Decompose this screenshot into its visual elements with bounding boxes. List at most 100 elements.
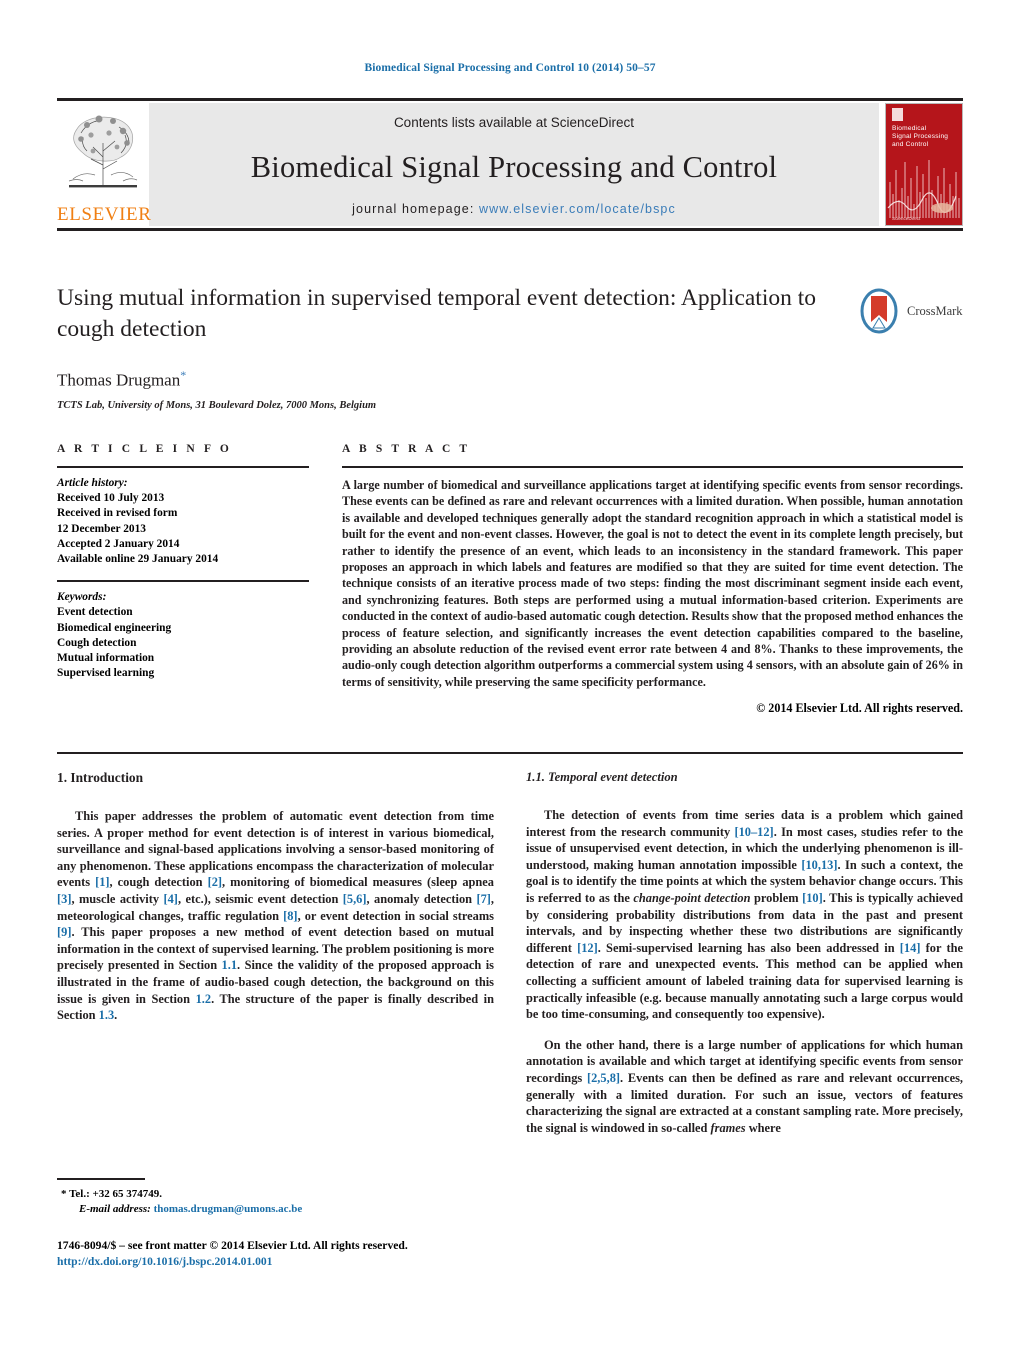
text-run: . Semi-supervised learning has also been…: [597, 940, 900, 955]
cover-publisher-mark: [892, 108, 903, 121]
elsevier-wordmark: ELSEVIER: [57, 204, 152, 225]
text-run: , muscle activity: [71, 891, 164, 906]
homepage-label: journal homepage:: [352, 202, 475, 216]
author-email-link[interactable]: thomas.drugman@umons.ac.be: [154, 1203, 303, 1215]
citation-ref[interactable]: [12]: [577, 941, 598, 955]
elsevier-logo: ELSEVIER: [57, 103, 152, 226]
page-footer: 1746-8094/$ – see front matter © 2014 El…: [57, 1238, 657, 1270]
masthead-center-band: Contents lists available at ScienceDirec…: [149, 103, 879, 226]
body-columns: 1. Introduction This paper addresses the…: [57, 770, 963, 1136]
crossmark-icon: [860, 288, 898, 334]
corresponding-author-marker: *: [180, 368, 187, 382]
masthead-top-rule: [57, 98, 963, 101]
section-ref[interactable]: 1.1: [222, 958, 238, 972]
abstract-rule: [342, 466, 963, 468]
emphasis-term: change-point detection: [633, 890, 751, 905]
citation-ref[interactable]: [2]: [208, 875, 222, 889]
info-abstract-region: A R T I C L E I N F O Article history: R…: [57, 443, 963, 716]
masthead-bottom-rule: [57, 228, 963, 231]
history-line: 12 December 2013: [57, 522, 146, 535]
keyword-item: Cough detection: [57, 636, 137, 649]
keyword-item: Biomedical engineering: [57, 621, 172, 634]
journal-title: Biomedical Signal Processing and Control: [250, 149, 778, 184]
author-name: Thomas Drugman*: [57, 368, 963, 391]
footnote-marker: *: [61, 1188, 67, 1200]
cover-waveform-graphic: [887, 160, 960, 218]
section-ref[interactable]: 1.2: [196, 992, 212, 1006]
elsevier-tree-icon: [68, 115, 138, 188]
front-matter-line: 1746-8094/$ – see front matter © 2014 El…: [57, 1239, 408, 1252]
journal-homepage-line: journal homepage: www.elsevier.com/locat…: [352, 202, 676, 216]
citation-ref[interactable]: [2,5,8]: [587, 1071, 620, 1085]
text-run: , or event detection in social streams: [297, 908, 494, 923]
page-title: Using mutual information in supervised t…: [57, 285, 817, 342]
text-run: .: [114, 1008, 118, 1023]
article-info-rule: [57, 466, 309, 468]
running-head: Biomedical Signal Processing and Control…: [364, 62, 656, 74]
crossmark-label: CrossMark: [907, 303, 963, 318]
author-affiliation: TCTS Lab, University of Mons, 31 Bouleva…: [57, 399, 377, 411]
doi-link[interactable]: http://dx.doi.org/10.1016/j.bspc.2014.01…: [57, 1254, 657, 1270]
citation-ref[interactable]: [4]: [163, 892, 177, 906]
footnote-text: * Tel.: +32 65 374749. E-mail address: t…: [57, 1187, 494, 1217]
cover-footer-mark: ScienceDirect: [892, 216, 921, 221]
title-block: Using mutual information in supervised t…: [57, 283, 963, 411]
citation-ref[interactable]: [10]: [802, 891, 823, 905]
keywords-group: Keywords: Event detection Biomedical eng…: [57, 590, 309, 681]
email-label: E-mail address:: [79, 1203, 151, 1215]
contents-available-line: Contents lists available at ScienceDirec…: [394, 115, 634, 130]
body-right-column: 1.1. Temporal event detection The detect…: [526, 770, 963, 1136]
emphasis-term: frames: [710, 1120, 746, 1135]
abstract-text: A large number of biomedical and surveil…: [342, 478, 963, 689]
section-1-heading: 1. Introduction: [57, 770, 144, 785]
section-1-1-heading: 1.1. Temporal event detection: [526, 770, 678, 784]
journal-cover-thumbnail: Biomedical Signal Processing and Control…: [885, 103, 963, 226]
sciencedirect-link[interactable]: ScienceDirect: [551, 115, 634, 130]
citation-ref[interactable]: [9]: [57, 925, 71, 939]
history-line: Received 10 July 2013: [57, 492, 165, 505]
footnote-rule: [57, 1178, 145, 1180]
text-run: , etc.), seismic event detection: [177, 891, 343, 906]
section-1-paragraph-1: This paper addresses the problem of auto…: [57, 808, 494, 1024]
text-run: where: [745, 1120, 781, 1135]
keywords-heading: Keywords:: [57, 591, 107, 604]
text-run: problem: [750, 890, 803, 905]
footnote-tel: Tel.: +32 65 374749.: [69, 1188, 163, 1200]
article-history-heading: Article history:: [57, 477, 128, 489]
cover-title-line-1: Biomedical: [892, 125, 927, 132]
journal-masthead: ELSEVIER Contents lists available at Sci…: [57, 98, 963, 231]
body-left-column: 1. Introduction This paper addresses the…: [57, 770, 494, 1136]
text-run: , monitoring of biomedical measures (sle…: [222, 875, 494, 890]
article-info-column: A R T I C L E I N F O Article history: R…: [57, 443, 309, 716]
citation-ref[interactable]: [10–12]: [734, 825, 773, 839]
contents-prefix: Contents lists available at: [393, 115, 551, 130]
body-column-gutter: [494, 770, 526, 1136]
keyword-item: Supervised learning: [57, 667, 155, 680]
homepage-url-link[interactable]: www.elsevier.com/locate/bspc: [479, 202, 676, 216]
section-1-1-paragraph-2: On the other hand, there is a large numb…: [526, 1037, 963, 1137]
paper-page: Biomedical Signal Processing and Control…: [0, 0, 1020, 1351]
section-ref[interactable]: 1.3: [99, 1008, 115, 1022]
keywords-rule: [57, 580, 309, 583]
citation-ref[interactable]: [10,13]: [801, 858, 837, 872]
article-history-group: Article history: Received 10 July 2013 R…: [57, 476, 309, 567]
text-run: , cough detection: [109, 875, 208, 890]
citation-ref[interactable]: [1]: [95, 875, 109, 889]
crossmark-badge[interactable]: CrossMark: [859, 285, 963, 337]
citation-ref[interactable]: [7]: [476, 892, 490, 906]
citation-ref[interactable]: [5,6]: [343, 892, 367, 906]
column-gutter: [309, 443, 342, 716]
abstract-copyright: © 2014 Elsevier Ltd. All rights reserved…: [756, 701, 963, 716]
history-line: Available online 29 January 2014: [57, 553, 219, 566]
text-run: , anomaly detection: [366, 891, 477, 906]
corresponding-author-footnote: * Tel.: +32 65 374749. E-mail address: t…: [57, 1178, 494, 1217]
section-1-1-paragraph-1: The detection of events from time series…: [526, 807, 963, 1023]
citation-ref[interactable]: [3]: [57, 892, 71, 906]
citation-ref[interactable]: [14]: [900, 941, 921, 955]
abstract-column: A B S T R A C T A large number of biomed…: [342, 443, 963, 716]
citation-ref[interactable]: [8]: [283, 909, 297, 923]
history-line: Received in revised form: [57, 507, 178, 520]
keyword-item: Mutual information: [57, 652, 155, 665]
history-line: Accepted 2 January 2014: [57, 537, 180, 550]
keyword-item: Event detection: [57, 606, 133, 619]
